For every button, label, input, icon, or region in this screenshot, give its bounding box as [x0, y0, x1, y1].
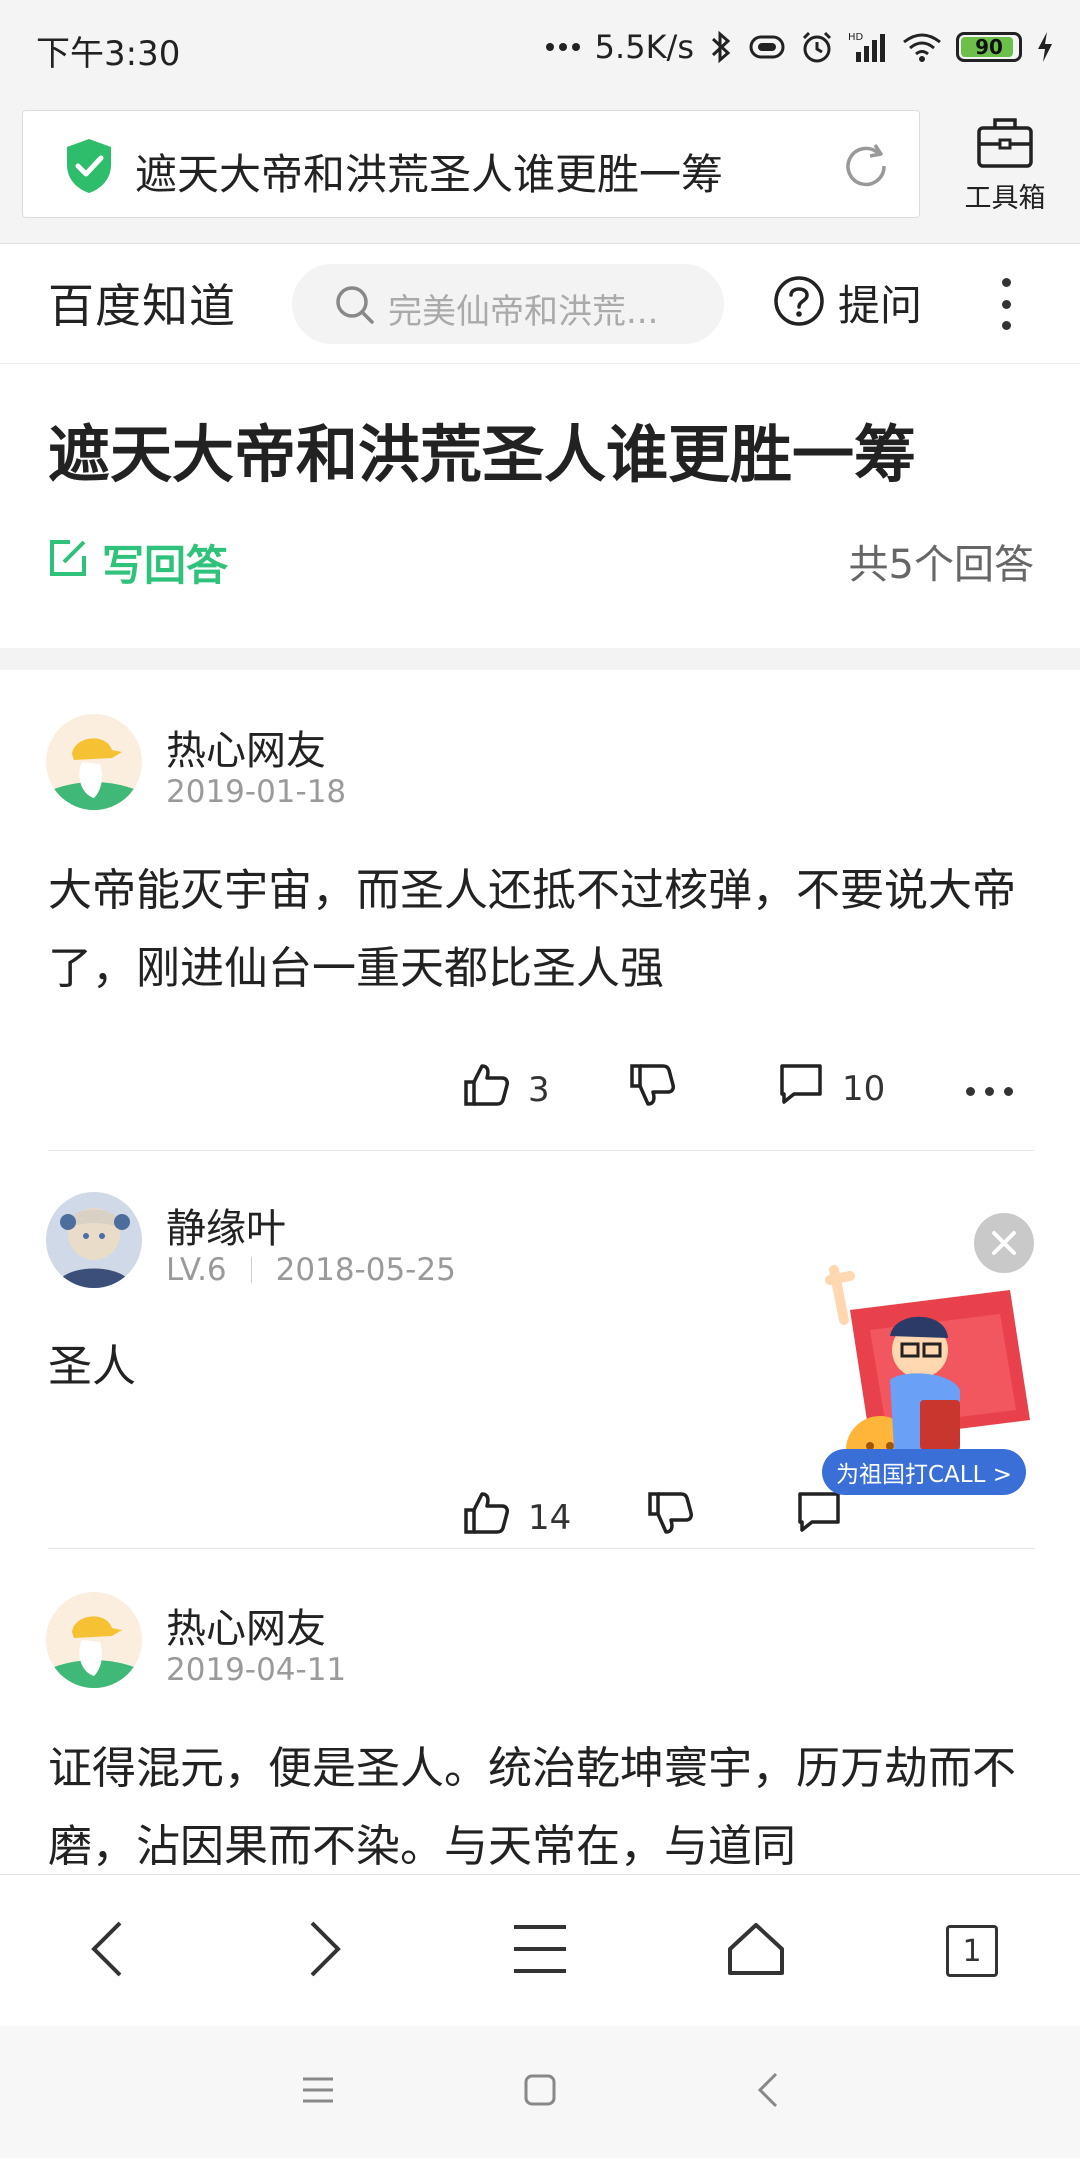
like-button[interactable]: 14 — [462, 1490, 571, 1545]
question-mark-icon — [772, 274, 826, 332]
comment-count: 10 — [842, 1068, 886, 1109]
thumbs-up-icon — [462, 1062, 510, 1117]
site-header: 百度知道 完美仙帝和洪荒... 提问 — [0, 244, 1080, 364]
address-bar[interactable]: 遮天大帝和洪荒圣人谁更胜一筹 — [22, 110, 920, 218]
username[interactable]: 热心网友 — [166, 1596, 326, 1654]
menu-button[interactable] — [500, 1911, 580, 1991]
answer-actions: 3 10 — [0, 1062, 1080, 1122]
username[interactable]: 静缘叶 — [166, 1196, 286, 1254]
site-logo[interactable]: 百度知道 — [48, 270, 236, 336]
username[interactable]: 热心网友 — [166, 718, 326, 776]
answer-date: 2019-04-11 — [166, 1652, 347, 1688]
question-title: 遮天大帝和洪荒圣人谁更胜一筹 — [48, 418, 917, 491]
answer-count: 共5个回答 — [848, 542, 1034, 588]
toolbox-icon — [975, 118, 1035, 174]
ask-button[interactable]: 提问 — [772, 272, 922, 333]
close-icon[interactable] — [974, 1213, 1034, 1273]
answer-text: 大帝能灭宇宙，而圣人还抵不过核弹，不要说大帝了，刚进仙台一重天都比圣人强 — [48, 865, 1016, 994]
recent-apps-button[interactable] — [296, 2070, 340, 2114]
browser-bottom-bar: 1 — [0, 1874, 1080, 2026]
alarm-icon — [800, 30, 834, 64]
thumbs-down-icon — [646, 1490, 694, 1545]
like-button[interactable]: 3 — [462, 1062, 550, 1117]
search-placeholder: 完美仙帝和洪荒... — [388, 292, 659, 332]
more-menu-icon[interactable] — [996, 278, 1016, 330]
system-back-button[interactable] — [746, 2070, 790, 2114]
toolbox-label: 工具箱 — [964, 183, 1046, 214]
answer-item: 热心网友 2019-04-11 证得混元，便是圣人。统治乾坤寰宇，历万劫而不磨，… — [0, 1550, 1080, 1880]
signal-icon: HD — [848, 30, 888, 64]
avatar[interactable] — [46, 714, 142, 810]
status-bar: 下午3:30 5.5K/s HD 90 — [0, 0, 1080, 96]
row-divider — [48, 1548, 1034, 1549]
chevron-left-icon — [756, 2071, 780, 2113]
user-level: LV.6 — [166, 1252, 227, 1288]
secure-shield-icon — [63, 137, 115, 199]
avatar[interactable] — [46, 1592, 142, 1688]
search-icon — [334, 284, 376, 330]
like-count: 14 — [528, 1497, 572, 1538]
forward-button[interactable] — [284, 1911, 364, 1991]
charging-icon — [1036, 31, 1054, 63]
bluetooth-icon — [708, 29, 734, 65]
system-home-button[interactable] — [518, 2070, 562, 2114]
avatar[interactable] — [46, 1192, 142, 1288]
user-meta: LV.6 2018-05-25 — [166, 1252, 456, 1288]
thumbs-down-icon — [628, 1062, 676, 1117]
section-divider — [0, 648, 1080, 670]
tabs-button[interactable]: 1 — [932, 1911, 1012, 1991]
write-answer-button[interactable]: 写回答 — [48, 532, 228, 593]
write-answer-label: 写回答 — [102, 541, 229, 590]
chevron-left-icon — [88, 1919, 128, 1983]
network-speed: 5.5K/s — [594, 28, 694, 66]
browser-toolbar: 遮天大帝和洪荒圣人谁更胜一筹 工具箱 — [0, 96, 1080, 244]
like-count: 3 — [528, 1069, 550, 1110]
hamburger-icon — [512, 1923, 568, 1979]
answer-date: 2019-01-18 — [166, 774, 347, 810]
system-nav-bar — [0, 2026, 1080, 2158]
status-time: 下午3:30 — [36, 34, 181, 74]
answer-text: 证得混元，便是圣人。统治乾坤寰宇，历万劫而不磨，沾因果而不染。与天常在，与道同 — [48, 1743, 1016, 1872]
promo-call-button[interactable]: 为祖国打CALL > — [822, 1449, 1026, 1495]
more-options-icon[interactable] — [966, 1087, 1013, 1096]
comment-button[interactable]: 10 — [778, 1062, 885, 1115]
tab-count: 1 — [946, 1925, 998, 1977]
answer-date: 2018-05-25 — [275, 1252, 456, 1288]
answer-item: 热心网友 2019-01-18 大帝能灭宇宙，而圣人还抵不过核弹，不要说大帝了，… — [0, 670, 1080, 1151]
wifi-icon — [902, 32, 942, 62]
reload-icon[interactable] — [839, 139, 893, 197]
comment-icon — [778, 1062, 824, 1115]
ask-label: 提问 — [838, 281, 923, 330]
dislike-button[interactable] — [628, 1062, 676, 1117]
recent-apps-icon — [301, 2075, 335, 2109]
dislike-button[interactable] — [646, 1490, 694, 1545]
battery-icon: 90 — [956, 32, 1022, 62]
svg-text:HD: HD — [848, 32, 864, 43]
back-button[interactable] — [68, 1911, 148, 1991]
square-icon — [523, 2073, 557, 2111]
home-icon — [726, 1921, 786, 1981]
vibrate-icon — [748, 33, 786, 61]
toolbox-button[interactable]: 工具箱 — [950, 114, 1060, 215]
more-dots-icon — [545, 41, 581, 53]
search-input[interactable]: 完美仙帝和洪荒... — [292, 264, 724, 344]
thumbs-up-icon — [462, 1490, 510, 1545]
edit-icon — [48, 538, 88, 588]
chevron-right-icon — [304, 1919, 344, 1983]
home-button[interactable] — [716, 1911, 796, 1991]
page-title-in-address: 遮天大帝和洪荒圣人谁更胜一筹 — [135, 150, 724, 199]
status-icons: 5.5K/s HD 90 — [545, 22, 1054, 72]
